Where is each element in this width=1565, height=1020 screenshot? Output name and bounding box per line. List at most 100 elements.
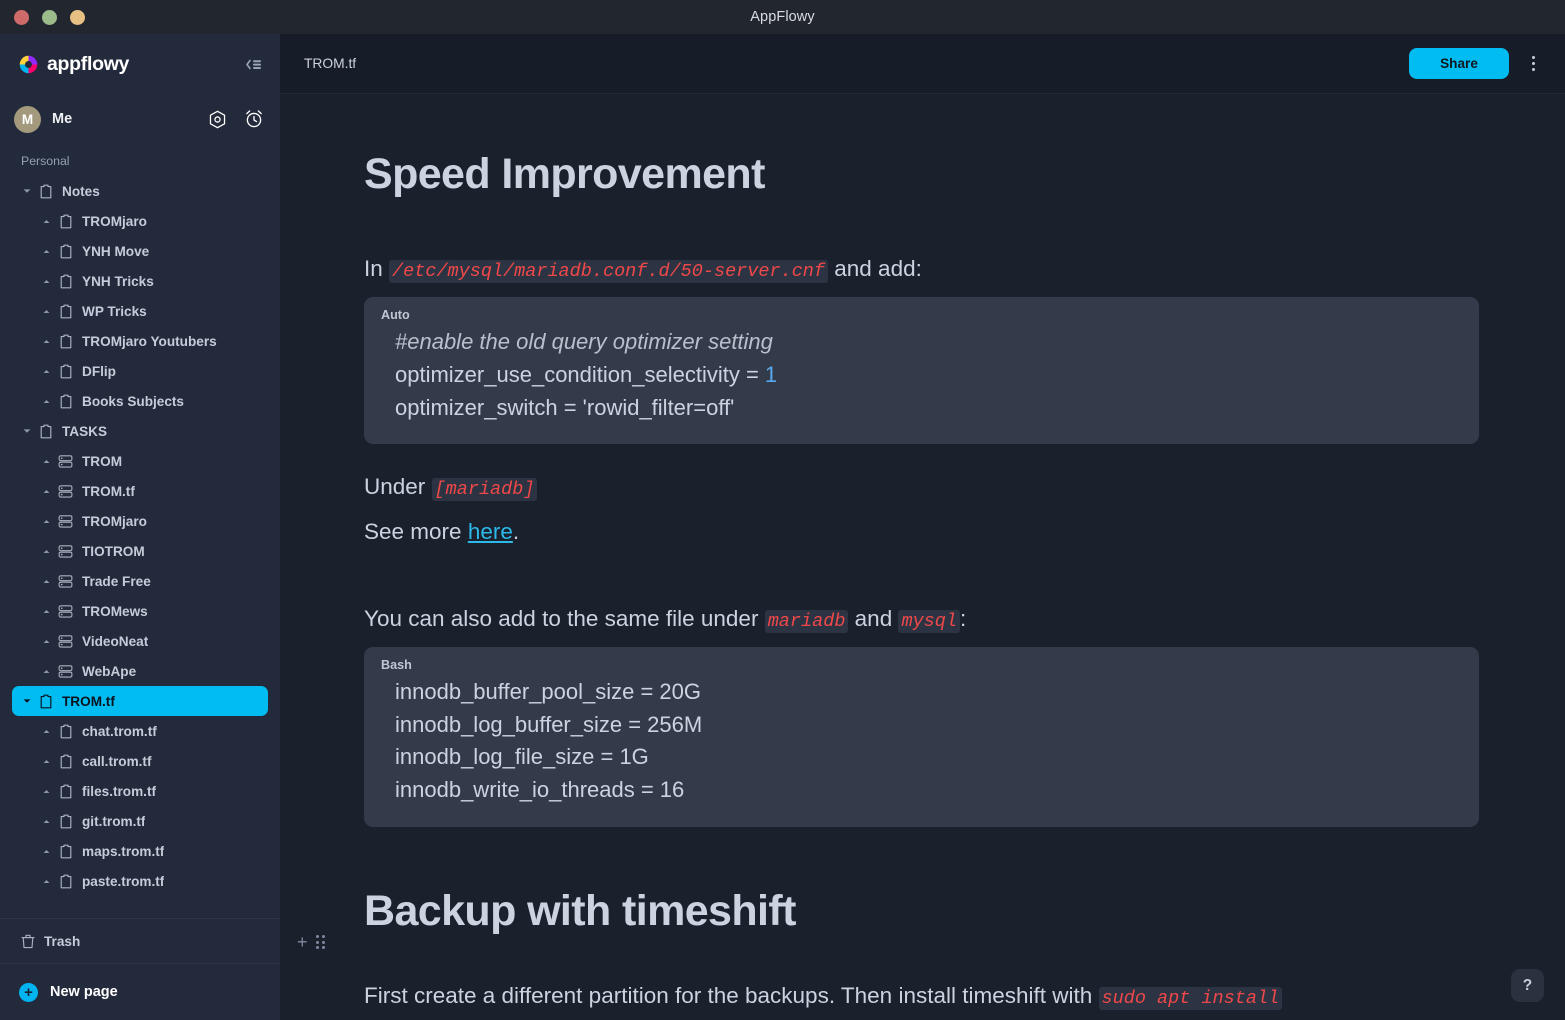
drag-handle-icon[interactable]: [315, 935, 325, 949]
chevron-up-icon[interactable]: [40, 519, 53, 524]
sidebar-item-label: TROMjaro Youtubers: [82, 333, 217, 349]
chevron-up-icon[interactable]: [40, 399, 53, 404]
chevron-down-icon[interactable]: [20, 188, 33, 194]
paragraph-also-add[interactable]: You can also add to the same file under …: [364, 604, 1554, 635]
sidebar-item-tromjaro[interactable]: TROMjaro: [12, 206, 268, 236]
sidebar-item-tromjaro-youtubers[interactable]: TROMjaro Youtubers: [12, 326, 268, 356]
see-more-link[interactable]: here: [468, 519, 513, 544]
sidebar-item-chat-trom-tf[interactable]: chat.trom.tf: [12, 716, 268, 746]
document-icon: [38, 424, 53, 439]
sidebar-item-label: TROMjaro: [82, 513, 147, 529]
chevron-up-icon[interactable]: [40, 639, 53, 644]
code-block-bash[interactable]: Bash innodb_buffer_pool_size = 20G innod…: [364, 646, 1479, 827]
sidebar-item-wp-tricks[interactable]: WP Tricks: [12, 296, 268, 326]
chevron-up-icon[interactable]: [40, 249, 53, 254]
chevron-up-icon[interactable]: [40, 459, 53, 464]
paragraph-timeshift[interactable]: First create a different partition for t…: [364, 981, 1554, 1012]
grid-database-icon: [58, 574, 73, 589]
breadcrumb[interactable]: TROM.tf: [304, 56, 356, 71]
chevron-up-icon[interactable]: [40, 369, 53, 374]
sidebar-item-maps-trom-tf[interactable]: maps.trom.tf: [12, 836, 268, 866]
sidebar: appflowy M Me Personal Notes TROMjaro YN…: [0, 34, 280, 1020]
text-fragment: Under: [364, 474, 432, 500]
new-page-button[interactable]: + New page: [0, 964, 280, 1020]
sidebar-newpage-section: + New page: [0, 963, 280, 1020]
sidebar-item-label: Notes: [62, 183, 100, 199]
alarm-clock-icon[interactable]: [243, 109, 264, 130]
code-block-auto[interactable]: Auto #enable the old query optimizer set…: [364, 297, 1479, 445]
paragraph-see-more[interactable]: See more here.: [364, 517, 1554, 547]
sidebar-item-git-trom-tf[interactable]: git.trom.tf: [12, 806, 268, 836]
chevron-up-icon[interactable]: [40, 819, 53, 824]
document-canvas[interactable]: Speed Improvement In /etc/mysql/mariadb.…: [280, 94, 1565, 1020]
sidebar-item-label: Books Subjects: [82, 393, 184, 409]
appflowy-logo-icon: [18, 54, 39, 75]
sidebar-item-paste-trom-tf[interactable]: paste.trom.tf: [12, 866, 268, 896]
chevron-up-icon[interactable]: [40, 849, 53, 854]
plus-icon[interactable]: +: [297, 933, 308, 951]
chevron-down-icon[interactable]: [20, 698, 33, 704]
document-content: Speed Improvement In /etc/mysql/mariadb.…: [297, 150, 1554, 1012]
grid-database-icon: [58, 544, 73, 559]
text-fragment: In: [364, 256, 390, 282]
sidebar-item-trash[interactable]: Trash: [0, 919, 280, 963]
chevron-up-icon[interactable]: [40, 789, 53, 794]
chevron-up-icon[interactable]: [40, 339, 53, 344]
chevron-up-icon[interactable]: [40, 219, 53, 224]
inline-code-config-path: /etc/mysql/mariadb.conf.d/50-server.cnf: [389, 260, 829, 284]
chevron-up-icon[interactable]: [40, 879, 53, 884]
chevron-up-icon[interactable]: [40, 669, 53, 674]
sidebar-item-trade-free[interactable]: Trade Free: [12, 566, 268, 596]
sidebar-item-tromjaro[interactable]: TROMjaro: [12, 506, 268, 536]
help-button[interactable]: ?: [1511, 969, 1544, 1002]
sidebar-item-call-trom-tf[interactable]: call.trom.tf: [12, 746, 268, 776]
chevron-up-icon[interactable]: [40, 759, 53, 764]
chevron-down-icon[interactable]: [20, 428, 33, 434]
chevron-up-icon[interactable]: [40, 579, 53, 584]
sidebar-item-tiotrom[interactable]: TIOTROM: [12, 536, 268, 566]
chevron-up-icon[interactable]: [40, 609, 53, 614]
sidebar-item-ynh-tricks[interactable]: YNH Tricks: [12, 266, 268, 296]
sidebar-user-row[interactable]: M Me: [0, 94, 280, 144]
share-button[interactable]: Share: [1409, 48, 1509, 79]
app-logo[interactable]: appflowy: [18, 53, 129, 76]
sidebar-item-books-subjects[interactable]: Books Subjects: [12, 386, 268, 416]
sidebar-item-label: call.trom.tf: [82, 753, 152, 769]
sidebar-item-files-trom-tf[interactable]: files.trom.tf: [12, 776, 268, 806]
chevron-up-icon[interactable]: [40, 279, 53, 284]
sidebar-item-label: DFlip: [82, 363, 116, 379]
document-topbar: TROM.tf Share: [280, 34, 1565, 94]
chevron-up-icon[interactable]: [40, 549, 53, 554]
avatar[interactable]: M: [14, 105, 41, 133]
paragraph-under-mariadb[interactable]: Under [mariadb]: [364, 472, 1554, 503]
page-title[interactable]: Speed Improvement: [364, 150, 1554, 198]
sidebar-item-webape[interactable]: WebApe: [12, 656, 268, 686]
sidebar-item-trom[interactable]: TROM: [12, 446, 268, 476]
sidebar-item-notes[interactable]: Notes: [12, 176, 268, 206]
section-heading-backup[interactable]: Backup with timeshift: [364, 887, 1554, 935]
sidebar-item-tasks[interactable]: TASKS: [12, 416, 268, 446]
collapse-sidebar-icon[interactable]: [242, 53, 264, 75]
sidebar-item-label: maps.trom.tf: [82, 843, 165, 859]
settings-icon[interactable]: [207, 109, 228, 130]
chevron-up-icon[interactable]: [40, 309, 53, 314]
text-fragment: and: [848, 605, 899, 631]
sidebar-item-videoneat[interactable]: VideoNeat: [12, 626, 268, 656]
sidebar-item-trom-tf[interactable]: TROM.tf: [12, 686, 268, 716]
sidebar-item-ynh-move[interactable]: YNH Move: [12, 236, 268, 266]
sidebar-item-tromews[interactable]: TROMews: [12, 596, 268, 626]
sidebar-item-label: YNH Move: [82, 243, 150, 259]
code-block-language-label[interactable]: Auto: [364, 308, 1479, 322]
code-block-language-label[interactable]: Bash: [364, 658, 1479, 672]
more-vertical-icon[interactable]: [1525, 51, 1541, 77]
document-icon: [58, 364, 73, 379]
appflowy-window: AppFlowy appflowy M Me Personal Notes TR…: [0, 0, 1565, 1020]
sidebar-item-dflip[interactable]: DFlip: [12, 356, 268, 386]
chevron-up-icon[interactable]: [40, 729, 53, 734]
sidebar-item-label: TROMews: [82, 603, 148, 619]
chevron-up-icon[interactable]: [40, 489, 53, 494]
sidebar-item-label: VideoNeat: [82, 633, 149, 649]
code-line: #enable the old query optimizer setting: [395, 329, 773, 355]
paragraph-intro[interactable]: In /etc/mysql/mariadb.conf.d/50-server.c…: [364, 254, 1554, 285]
sidebar-item-trom-tf[interactable]: TROM.tf: [12, 476, 268, 506]
